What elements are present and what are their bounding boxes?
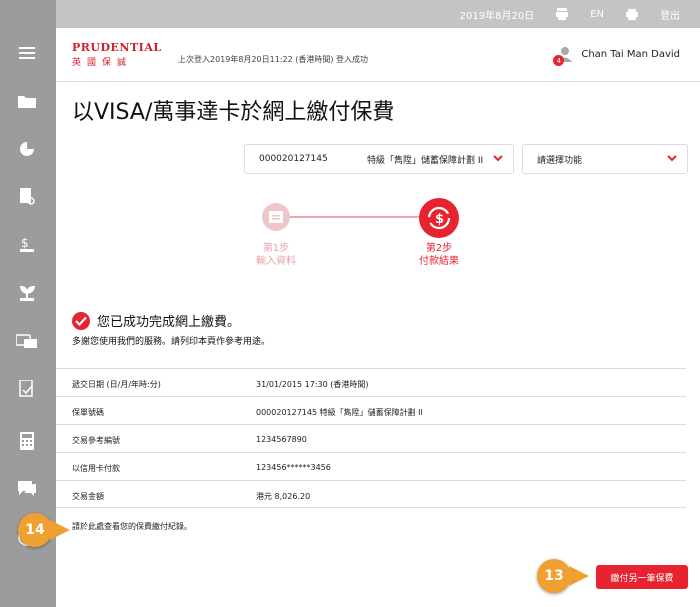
menu-icon[interactable] (16, 42, 38, 64)
transaction-details-table: 遞交日期 (日/月/年時:分) 31/01/2015 17:30 (香港時間) 保… (56, 368, 686, 508)
current-date: 2019年8月20日 (459, 10, 535, 22)
main-panel: PRUDENTIAL 英國保誠 上次登入2019年8月20日11:22 (香港時… (56, 28, 700, 607)
payment-history-link[interactable]: 請於此處查看您的保費繳付紀錄。 (72, 521, 192, 532)
step2-label: 第2步 付款結果 (419, 243, 459, 267)
document-check-icon[interactable] (16, 378, 38, 400)
language-toggle[interactable]: EN (590, 9, 604, 20)
prudential-logo[interactable]: PRUDENTIAL 英國保誠 (72, 41, 162, 68)
pay-another-premium-button[interactable]: 繳付另一筆保費 (596, 565, 688, 589)
marker-13-pointer (569, 566, 589, 586)
avatar: 4 (553, 46, 573, 66)
print-receipt-icon[interactable] (556, 8, 569, 20)
chevron-down-icon (667, 153, 677, 166)
form-icon (269, 211, 283, 223)
last-login-text: 上次登入2019年8月20日11:22 (香港時間) 登入成功 (178, 55, 369, 64)
printer-icon[interactable] (626, 8, 638, 20)
step1-label: 第1步 輸入資料 (256, 243, 296, 267)
marker-14-pointer (50, 520, 70, 540)
policy-number: 000020127145 (259, 154, 328, 164)
user-menu[interactable]: 4 Chan Tai Man David (553, 46, 680, 66)
policy-select[interactable]: 000020127145 特級「雋陞」儲蓄保障計劃 II (244, 144, 514, 174)
annotation-marker-14: 14 (18, 513, 52, 547)
dollar-hand-icon[interactable]: $ (16, 234, 38, 256)
table-row: 交易金額 港元 8,026.20 (56, 480, 686, 508)
step1-circle (262, 203, 290, 231)
pie-chart-icon[interactable] (16, 138, 38, 160)
success-description: 多謝您使用我們的服務。請列印本頁作參考用途。 (72, 337, 271, 347)
notification-badge[interactable]: 4 (553, 55, 565, 66)
chevron-down-icon (493, 153, 503, 166)
function-select[interactable]: 請選擇功能 (522, 144, 688, 174)
logo-chinese-text: 英國保誠 (72, 58, 133, 68)
header: PRUDENTIAL 英國保誠 上次登入2019年8月20日11:22 (香港時… (56, 28, 700, 82)
table-row: 遞交日期 (日/月/年時:分) 31/01/2015 17:30 (香港時間) (56, 368, 686, 396)
svg-text:$: $ (21, 236, 29, 250)
logo-text: PRUDENTIAL (72, 41, 162, 54)
svg-text:$: $ (435, 212, 444, 227)
table-row: 以信用卡付款 123456******3456 (56, 452, 686, 480)
step2-circle: $ (419, 198, 459, 238)
document-search-icon[interactable] (16, 186, 38, 208)
payment-exchange-icon: $ (427, 206, 451, 230)
function-select-placeholder: 請選擇功能 (537, 155, 583, 166)
table-row: 交易參考編號 1234567890 (56, 424, 686, 452)
chat-icon[interactable] (16, 478, 38, 500)
progress-steps: $ 第1步 輸入資料 第2步 付款結果 (256, 198, 486, 278)
top-bar: 2019年8月20日 EN 登出 (56, 0, 700, 28)
logout-link[interactable]: 登出 (660, 7, 680, 22)
policy-plan-name: 特級「雋陞」儲蓄保障計劃 II (367, 155, 484, 166)
annotation-marker-13: 13 (537, 559, 571, 593)
user-name: Chan Tai Man David (581, 48, 680, 60)
table-row: 保單號碼 000020127145 特級「雋陞」儲蓄保障計劃 II (56, 396, 686, 424)
check-icon (72, 311, 90, 330)
success-message: 您已成功完成網上繳費。 (72, 311, 240, 330)
success-title: 您已成功完成網上繳費。 (97, 315, 241, 330)
folder-icon[interactable] (16, 90, 38, 112)
calculator-icon[interactable] (16, 430, 38, 452)
page-title: 以VISA/萬事達卡於網上繳付保費 (72, 100, 395, 125)
payment-card-icon[interactable] (16, 330, 38, 352)
plant-growth-icon[interactable] (16, 282, 38, 304)
